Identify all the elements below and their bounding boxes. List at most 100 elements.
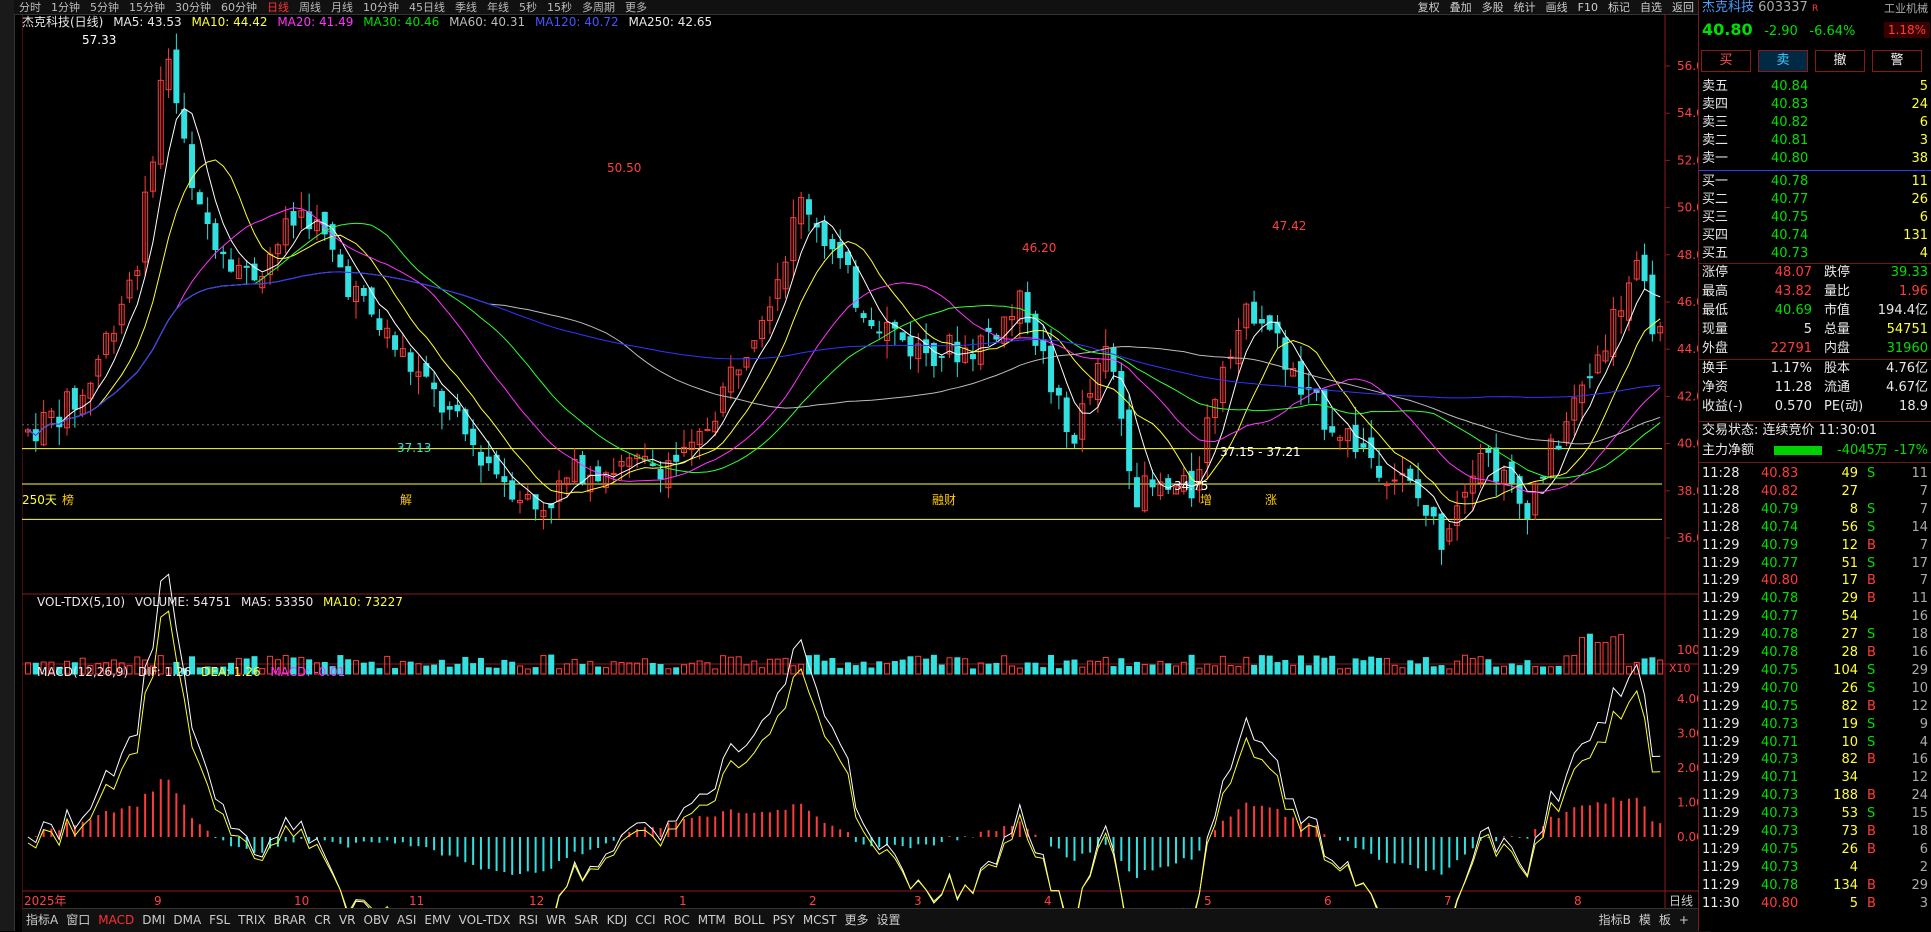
indicator-tab[interactable]: TRIX (234, 909, 269, 931)
ask-label: 卖四 (1702, 97, 1729, 112)
indicator-tab[interactable]: VOL-TDX (455, 909, 515, 931)
period-tab[interactable]: 多周期 (577, 1, 620, 15)
toolbar-item[interactable]: 统计 (1509, 1, 1541, 15)
volume-bar (751, 660, 758, 675)
indicator-tab[interactable]: CR (310, 909, 335, 931)
period-tab[interactable]: 周线 (294, 1, 326, 15)
bid-row[interactable]: 买三 40.75 6 (1699, 209, 1931, 227)
indicator-tab[interactable]: MTM (694, 909, 730, 931)
indicator-tab[interactable]: PSY (769, 909, 799, 931)
event-mark[interactable]: 解 (400, 493, 412, 507)
bid-row[interactable]: 买二 40.77 26 (1699, 191, 1931, 209)
indicator-right-tab[interactable]: + (1675, 909, 1693, 931)
toolbar-item[interactable]: F10 (1573, 1, 1603, 15)
period-tab[interactable]: 15分钟 (124, 1, 170, 15)
ask-label: 卖五 (1702, 79, 1729, 94)
candle-body (1422, 504, 1429, 516)
volume-bar (532, 667, 539, 675)
toolbar-item[interactable]: 复权 (1413, 1, 1445, 15)
ask-row[interactable]: 卖四 40.83 24 (1699, 96, 1931, 114)
ask-row[interactable]: 卖一 40.80 38 (1699, 150, 1931, 168)
event-mark[interactable]: 榜 (62, 492, 74, 507)
indicator-tab[interactable]: WR (542, 909, 570, 931)
indicator-tab[interactable]: DMI (138, 909, 169, 931)
volume-bar (860, 661, 867, 675)
period-tab[interactable]: 45日线 (404, 1, 450, 15)
indicator-tab[interactable]: 更多 (841, 909, 873, 931)
bid-row[interactable]: 买一 40.78 11 (1699, 173, 1931, 191)
bid-row[interactable]: 买四 40.74 131 (1699, 227, 1931, 245)
period-tab[interactable]: 分时 (14, 1, 46, 15)
period-tab[interactable]: 5分钟 (85, 1, 124, 15)
candle-body (829, 239, 836, 250)
indicator-tab[interactable]: SAR (570, 909, 602, 931)
period-tab[interactable]: 季线 (450, 1, 482, 15)
cancel-order-button[interactable]: 撤 (1815, 50, 1865, 72)
indicator-tab[interactable]: VR (335, 909, 360, 931)
indicator-tab[interactable]: OBV (360, 909, 394, 931)
tick-volume: 49 (1841, 466, 1858, 481)
volume-bar (1485, 659, 1492, 675)
indicator-tab[interactable]: 指标A (22, 909, 62, 931)
volume-ma5: MA5: 53350 (240, 595, 314, 609)
indicator-tab[interactable]: 设置 (873, 909, 905, 931)
indicator-tab[interactable]: BOLL (730, 909, 769, 931)
period-tab[interactable]: 10分钟 (358, 1, 404, 15)
indicator-tab[interactable]: MCST (799, 909, 841, 931)
ask-row[interactable]: 卖三 40.82 6 (1699, 114, 1931, 132)
period-tab[interactable]: 15秒 (542, 1, 577, 15)
industry-label[interactable]: 工业机械 (1884, 0, 1928, 16)
indicator-tab[interactable]: DMA (169, 909, 205, 931)
indicator-tab[interactable]: FSL (205, 909, 234, 931)
tick-direction: S (1867, 466, 1876, 481)
toolbar-item[interactable]: 叠加 (1445, 1, 1477, 15)
period-tab[interactable]: 5秒 (514, 1, 542, 15)
tick-direction: S (1867, 680, 1876, 696)
toolbar-item[interactable]: 多股 (1477, 1, 1509, 15)
volume-bar (1024, 662, 1031, 675)
toolbar-item[interactable]: 标记 (1603, 1, 1635, 15)
period-tab[interactable]: 年线 (482, 1, 514, 15)
indicator-right-tab[interactable]: 板 (1655, 909, 1675, 931)
period-tab[interactable]: 60分钟 (216, 1, 262, 15)
tick-direction: B (1867, 537, 1876, 553)
ask-label: 卖一 (1702, 151, 1729, 166)
buy-button[interactable]: 买 (1701, 50, 1751, 72)
indicator-tab[interactable]: BRAR (270, 909, 311, 931)
bid-price: 40.73 (1771, 246, 1809, 261)
candle-body (1071, 434, 1078, 444)
ask-row[interactable]: 卖二 40.81 3 (1699, 132, 1931, 150)
toolbar-item[interactable]: 自选 (1635, 1, 1667, 15)
event-mark[interactable]: 融财 (932, 493, 956, 507)
period-tab[interactable]: 更多 (620, 1, 652, 15)
period-tab[interactable]: 月线 (326, 1, 358, 15)
toolbar-item[interactable]: 返回 (1667, 1, 1699, 15)
indicator-tab[interactable]: CCI (631, 909, 659, 931)
fundamental-value: 18.9 (1899, 399, 1928, 414)
tick-direction: S (1867, 501, 1876, 517)
indicator-tab[interactable]: ASI (393, 909, 420, 931)
alert-button[interactable]: 警 (1872, 50, 1922, 72)
period-tab[interactable]: 日线 (262, 1, 294, 15)
ask-row[interactable]: 卖五 40.84 5 (1699, 78, 1931, 96)
indicator-tab[interactable]: MACD (94, 909, 138, 931)
bid-row[interactable]: 买五 40.73 4 (1699, 245, 1931, 263)
indicator-tab[interactable]: RSI (515, 909, 543, 931)
toolbar-item[interactable]: 画线 (1541, 1, 1573, 15)
event-mark[interactable]: 涨 (1265, 492, 1277, 507)
volume-bar (1212, 665, 1219, 675)
period-tab[interactable]: 30分钟 (170, 1, 216, 15)
period-tab[interactable]: 1分钟 (46, 1, 85, 15)
kline-chart-area[interactable]: 杰克科技(日线) MA5: 43.53 MA10: 44.42 MA20: 41… (22, 14, 1711, 909)
indicator-right-tab[interactable]: 模 (1635, 909, 1655, 931)
stat-label: 总量 (1824, 322, 1851, 337)
indicator-tab[interactable]: EMV (420, 909, 454, 931)
sell-button[interactable]: 卖 (1758, 50, 1808, 72)
indicator-tab[interactable]: 窗口 (62, 909, 94, 931)
event-mark[interactable]: 增 (1200, 493, 1212, 507)
indicator-tab[interactable]: ROC (660, 909, 694, 931)
indicator-tab[interactable]: KDJ (603, 909, 632, 931)
volume-bar (1563, 655, 1570, 675)
indicator-right-tab[interactable]: 指标B (1595, 909, 1635, 931)
volume-bar (1009, 665, 1015, 675)
